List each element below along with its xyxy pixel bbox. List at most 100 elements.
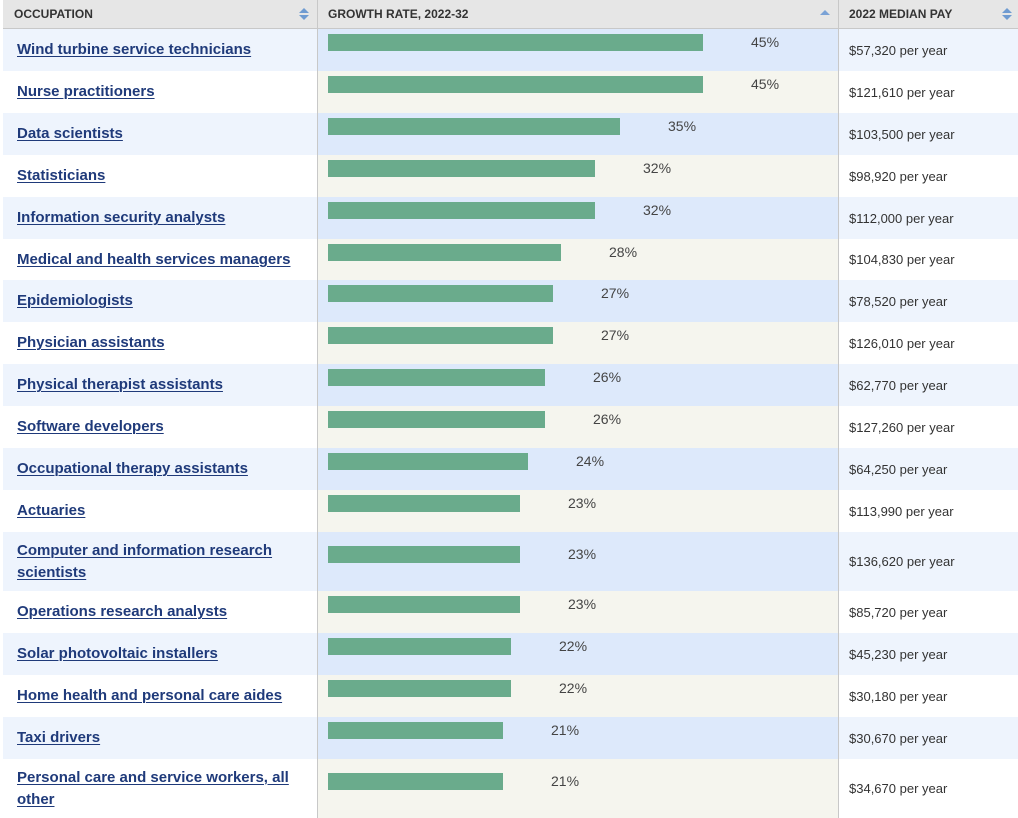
- occupation-cell: Operations research analysts: [0, 591, 318, 633]
- table-row: Occupational therapy assistants 24% $64,25…: [0, 448, 1018, 490]
- occupation-link[interactable]: Wind turbine service technicians: [17, 41, 251, 58]
- occupation-cell: Occupational therapy assistants: [0, 448, 318, 490]
- table-row: Home health and personal care aides 22% $3…: [0, 675, 1018, 717]
- occupation-link[interactable]: Home health and personal care aides: [17, 687, 282, 704]
- median-pay-cell: $113,990 per year: [838, 490, 1018, 532]
- occupation-link[interactable]: Computer and information research scient…: [17, 542, 272, 581]
- growth-bar: [328, 638, 511, 655]
- table-row: Epidemiologists 27% $78,520 per year: [0, 280, 1018, 322]
- table-row: Solar photovoltaic installers 22% $45,230 …: [0, 633, 1018, 675]
- occupation-link[interactable]: Operations research analysts: [17, 603, 227, 620]
- sort-ascending-icon[interactable]: [820, 5, 830, 19]
- growth-rate-cell: 22%: [317, 675, 839, 717]
- header-occupation[interactable]: OCCUPATION: [0, 0, 318, 29]
- growth-bar: [328, 202, 595, 219]
- table-row: Computer and information research scient…: [0, 532, 1018, 591]
- median-pay-cell: $78,520 per year: [838, 280, 1018, 322]
- median-pay-cell: $34,670 per year: [838, 759, 1018, 818]
- occupation-cell: Physician assistants: [0, 322, 318, 364]
- growth-rate-label: 45%: [751, 76, 780, 92]
- median-pay-cell: $126,010 per year: [838, 322, 1018, 364]
- growth-bar: [328, 722, 503, 739]
- occupation-cell: Taxi drivers: [0, 717, 318, 759]
- occupation-cell: Physical therapist assistants: [0, 364, 318, 406]
- growth-bar: [328, 327, 553, 344]
- sort-occupation-icon[interactable]: [299, 7, 309, 21]
- growth-rate-label: 45%: [751, 34, 780, 50]
- occupation-link[interactable]: Nurse practitioners: [17, 83, 155, 100]
- table-row: Data scientists 35% $103,500 per year: [0, 113, 1018, 155]
- occupation-link[interactable]: Taxi drivers: [17, 729, 100, 746]
- header-pay-label: 2022 MEDIAN PAY: [849, 7, 953, 21]
- median-pay-cell: $45,230 per year: [838, 633, 1018, 675]
- growth-bar: [328, 495, 520, 512]
- occupation-link[interactable]: Occupational therapy assistants: [17, 460, 248, 477]
- table-row: Statisticians 32% $98,920 per year: [0, 155, 1018, 197]
- occupation-link[interactable]: Data scientists: [17, 125, 123, 142]
- median-pay-cell: $104,830 per year: [838, 239, 1018, 280]
- occupation-link[interactable]: Physical therapist assistants: [17, 376, 223, 393]
- occupation-link[interactable]: Statisticians: [17, 167, 105, 184]
- occupation-cell: Personal care and service workers, all o…: [0, 759, 318, 818]
- growth-bar: [328, 34, 703, 51]
- growth-bar: [328, 453, 528, 470]
- growth-rate-label: 32%: [643, 160, 672, 176]
- growth-rate-cell: 45%: [317, 28, 839, 71]
- occupation-cell: Statisticians: [0, 155, 318, 197]
- median-pay-cell: $136,620 per year: [838, 532, 1018, 591]
- table-row: Personal care and service workers, all o…: [0, 759, 1018, 818]
- occupation-cell: Wind turbine service technicians: [0, 28, 318, 71]
- occupation-link[interactable]: Software developers: [17, 418, 164, 435]
- growth-bar: [328, 546, 520, 563]
- occupation-link[interactable]: Actuaries: [17, 502, 85, 519]
- median-pay-cell: $112,000 per year: [838, 197, 1018, 239]
- occupation-link[interactable]: Epidemiologists: [17, 292, 133, 309]
- growth-rate-label: 23%: [568, 546, 597, 562]
- table-row: Taxi drivers 21% $30,670 per year: [0, 717, 1018, 759]
- growth-bar: [328, 773, 503, 790]
- occupation-link[interactable]: Solar photovoltaic installers: [17, 645, 218, 662]
- growth-bar: [328, 680, 511, 697]
- median-pay-cell: $62,770 per year: [838, 364, 1018, 406]
- occupations-table: OCCUPATION GROWTH RATE, 2022-32 2022 MED…: [0, 0, 1018, 818]
- growth-bar: [328, 596, 520, 613]
- table-row: Actuaries 23% $113,990 per year: [0, 490, 1018, 532]
- table-row: Nurse practitioners 45% $121,610 per year: [0, 71, 1018, 113]
- occupation-link[interactable]: Information security analysts: [17, 209, 225, 226]
- growth-bar: [328, 76, 703, 93]
- growth-rate-cell: 26%: [317, 364, 839, 406]
- growth-bar: [328, 118, 620, 135]
- growth-rate-label: 22%: [559, 680, 588, 696]
- growth-bar: [328, 285, 553, 302]
- median-pay-cell: $85,720 per year: [838, 591, 1018, 633]
- growth-rate-cell: 28%: [317, 239, 839, 280]
- occupation-cell: Solar photovoltaic installers: [0, 633, 318, 675]
- occupation-cell: Computer and information research scient…: [0, 532, 318, 591]
- median-pay-cell: $98,920 per year: [838, 155, 1018, 197]
- occupation-cell: Medical and health services managers: [0, 239, 318, 280]
- growth-rate-label: 23%: [568, 596, 597, 612]
- growth-rate-cell: 24%: [317, 448, 839, 490]
- growth-bar: [328, 244, 561, 261]
- header-median-pay[interactable]: 2022 MEDIAN PAY: [838, 0, 1018, 29]
- sort-pay-icon[interactable]: [1001, 7, 1012, 21]
- header-growth-rate[interactable]: GROWTH RATE, 2022-32: [317, 0, 839, 29]
- occupation-link[interactable]: Medical and health services managers: [17, 251, 290, 268]
- growth-rate-label: 35%: [668, 118, 697, 134]
- occupation-cell: Information security analysts: [0, 197, 318, 239]
- growth-rate-cell: 32%: [317, 155, 839, 197]
- growth-rate-label: 21%: [551, 773, 580, 789]
- median-pay-cell: $57,320 per year: [838, 28, 1018, 71]
- growth-rate-cell: 22%: [317, 633, 839, 675]
- growth-rate-cell: 27%: [317, 280, 839, 322]
- occupation-link[interactable]: Physician assistants: [17, 334, 165, 351]
- growth-rate-cell: 23%: [317, 490, 839, 532]
- growth-bar: [328, 369, 545, 386]
- table-body: Wind turbine service technicians 45% $57,3…: [0, 28, 1018, 818]
- occupation-link[interactable]: Personal care and service workers, all o…: [17, 769, 289, 808]
- growth-rate-label: 26%: [593, 411, 622, 427]
- median-pay-cell: $30,670 per year: [838, 717, 1018, 759]
- table-row: Physical therapist assistants 26% $62,770 …: [0, 364, 1018, 406]
- median-pay-cell: $30,180 per year: [838, 675, 1018, 717]
- occupation-cell: Data scientists: [0, 113, 318, 155]
